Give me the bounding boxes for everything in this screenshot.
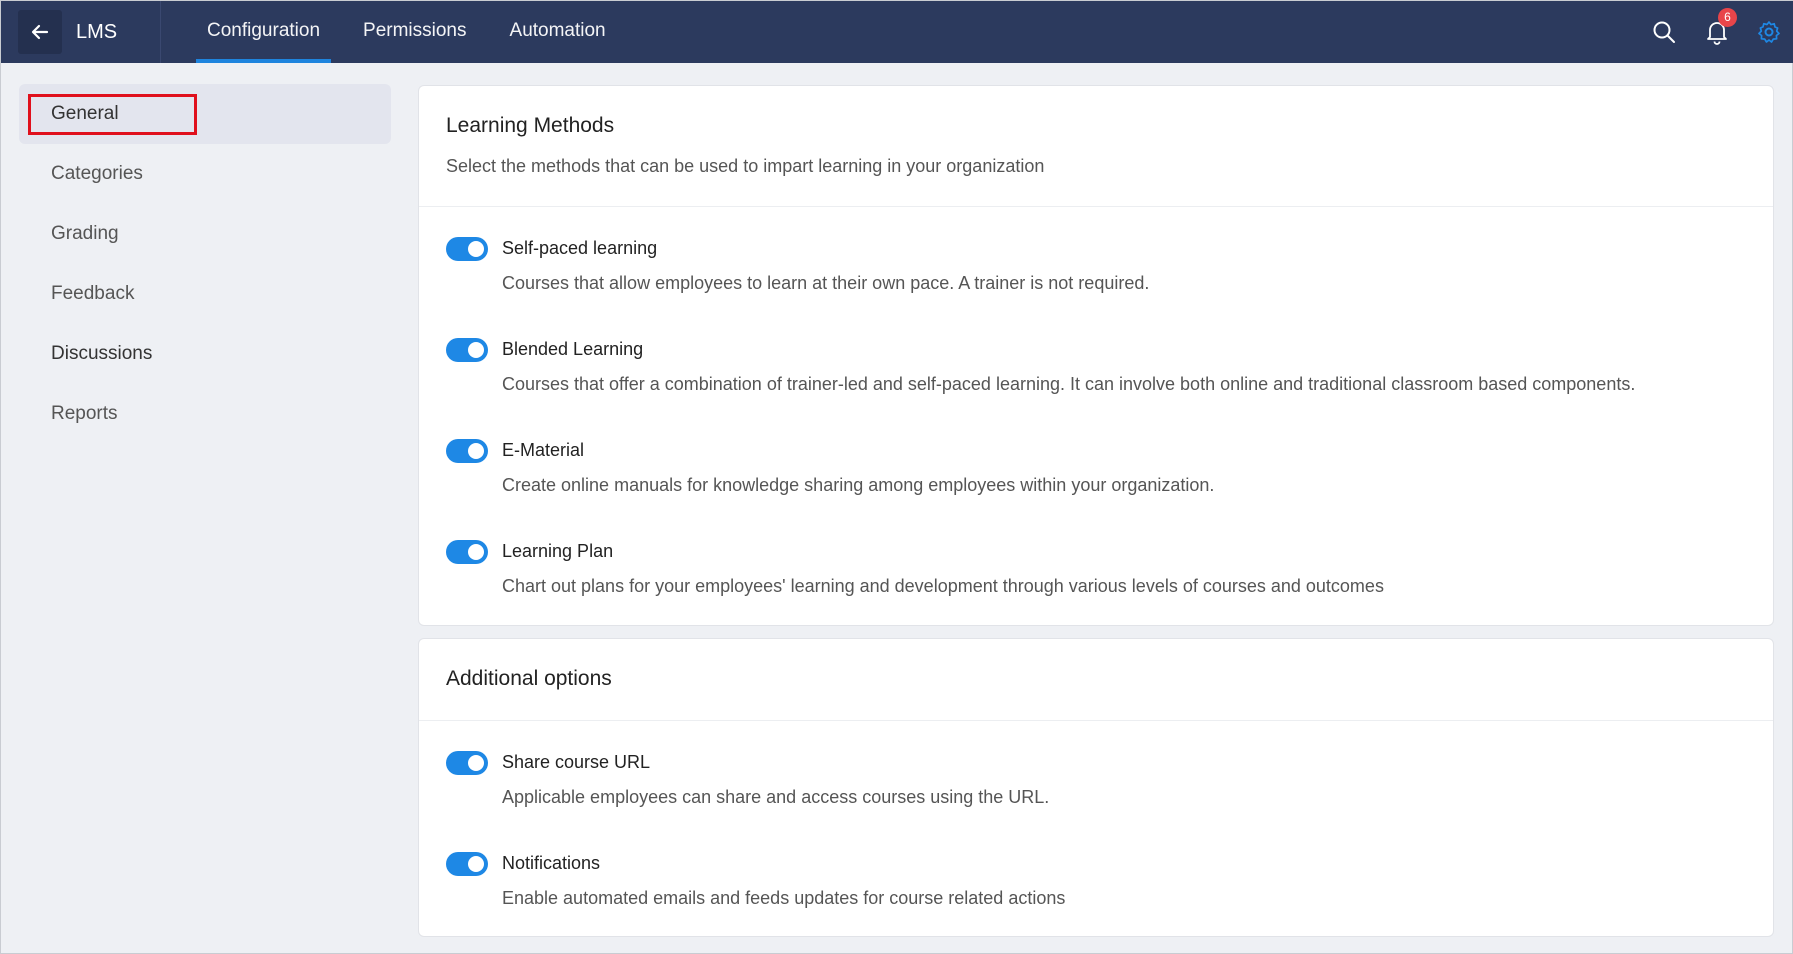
- option-title: Notifications: [502, 853, 601, 873]
- settings-sidebar: General Categories Grading Feedback Disc…: [19, 84, 391, 444]
- option-description: Courses that offer a combination of trai…: [502, 374, 1636, 394]
- option-title: E-Material: [502, 440, 585, 460]
- gear-icon: [1758, 21, 1780, 43]
- sidebar-item-label: Grading: [51, 223, 119, 244]
- sidebar-item-label: Reports: [51, 403, 118, 424]
- back-arrow-icon: [31, 24, 49, 40]
- share-course-url-toggle[interactable]: [446, 751, 488, 775]
- option-e-material: E-Material Create online manuals for kno…: [446, 437, 1746, 538]
- option-blended-learning: Blended Learning Courses that offer a co…: [446, 336, 1746, 437]
- card-header: Learning Methods Select the methods that…: [419, 86, 1773, 207]
- notifications-toggle[interactable]: [446, 852, 488, 876]
- sidebar-item-label: Feedback: [51, 283, 135, 304]
- option-title: Share course URL: [502, 752, 651, 772]
- learning-plan-toggle[interactable]: [446, 540, 488, 564]
- option-share-course-url: Share course URL Applicable employees ca…: [446, 749, 1746, 850]
- sidebar-item-label: Categories: [51, 163, 143, 184]
- tab-configuration[interactable]: Configuration: [196, 1, 332, 63]
- sidebar-item-feedback[interactable]: Feedback: [19, 264, 391, 324]
- sidebar-item-label: General: [51, 103, 119, 124]
- settings-button[interactable]: [1754, 17, 1784, 47]
- option-title: Self-paced learning: [502, 238, 658, 258]
- sidebar-item-discussions[interactable]: Discussions: [19, 324, 391, 384]
- option-description: Applicable employees can share and acces…: [502, 787, 1050, 807]
- learning-methods-list: Self-paced learning Courses that allow e…: [419, 207, 1773, 639]
- sidebar-item-reports[interactable]: Reports: [19, 384, 391, 444]
- search-icon: [1653, 21, 1675, 43]
- option-self-paced-learning: Self-paced learning Courses that allow e…: [446, 235, 1746, 336]
- option-description: Create online manuals for knowledge shar…: [502, 475, 1215, 495]
- notifications-button[interactable]: 6: [1702, 8, 1737, 47]
- option-title: Learning Plan: [502, 541, 614, 561]
- back-button[interactable]: [18, 10, 62, 54]
- self-paced-learning-toggle[interactable]: [446, 237, 488, 261]
- additional-options-card: Additional options Share course URL Appl…: [418, 638, 1774, 937]
- option-description: Chart out plans for your employees' lear…: [502, 576, 1384, 596]
- tab-permissions[interactable]: Permissions: [352, 1, 477, 63]
- top-header: LMS Configuration Permissions Automation…: [1, 1, 1793, 63]
- option-description: Courses that allow employees to learn at…: [502, 273, 1150, 293]
- option-notifications: Notifications Enable automated emails an…: [446, 850, 1746, 951]
- sidebar-item-grading[interactable]: Grading: [19, 204, 391, 264]
- option-title: Blended Learning: [502, 339, 644, 359]
- e-material-toggle[interactable]: [446, 439, 488, 463]
- learning-methods-card: Learning Methods Select the methods that…: [418, 85, 1774, 626]
- card-title: Additional options: [446, 667, 612, 690]
- card-title: Learning Methods: [446, 114, 615, 137]
- sidebar-item-general[interactable]: General: [19, 84, 391, 144]
- option-learning-plan: Learning Plan Chart out plans for your e…: [446, 538, 1746, 639]
- card-subtitle: Select the methods that can be used to i…: [446, 156, 1045, 176]
- nav-tabs: Configuration Permissions Automation: [196, 1, 638, 63]
- app-title: LMS: [76, 20, 118, 43]
- header-divider: [160, 1, 161, 63]
- search-button[interactable]: [1649, 17, 1679, 47]
- option-description: Enable automated emails and feeds update…: [502, 888, 1066, 908]
- card-header: Additional options: [419, 639, 1773, 721]
- notification-badge: 6: [1718, 8, 1737, 27]
- sidebar-item-label: Discussions: [51, 343, 153, 364]
- header-actions: 6: [1649, 1, 1793, 63]
- blended-learning-toggle[interactable]: [446, 338, 488, 362]
- tab-automation[interactable]: Automation: [499, 1, 617, 63]
- sidebar-item-categories[interactable]: Categories: [19, 144, 391, 204]
- additional-options-list: Share course URL Applicable employees ca…: [419, 721, 1773, 951]
